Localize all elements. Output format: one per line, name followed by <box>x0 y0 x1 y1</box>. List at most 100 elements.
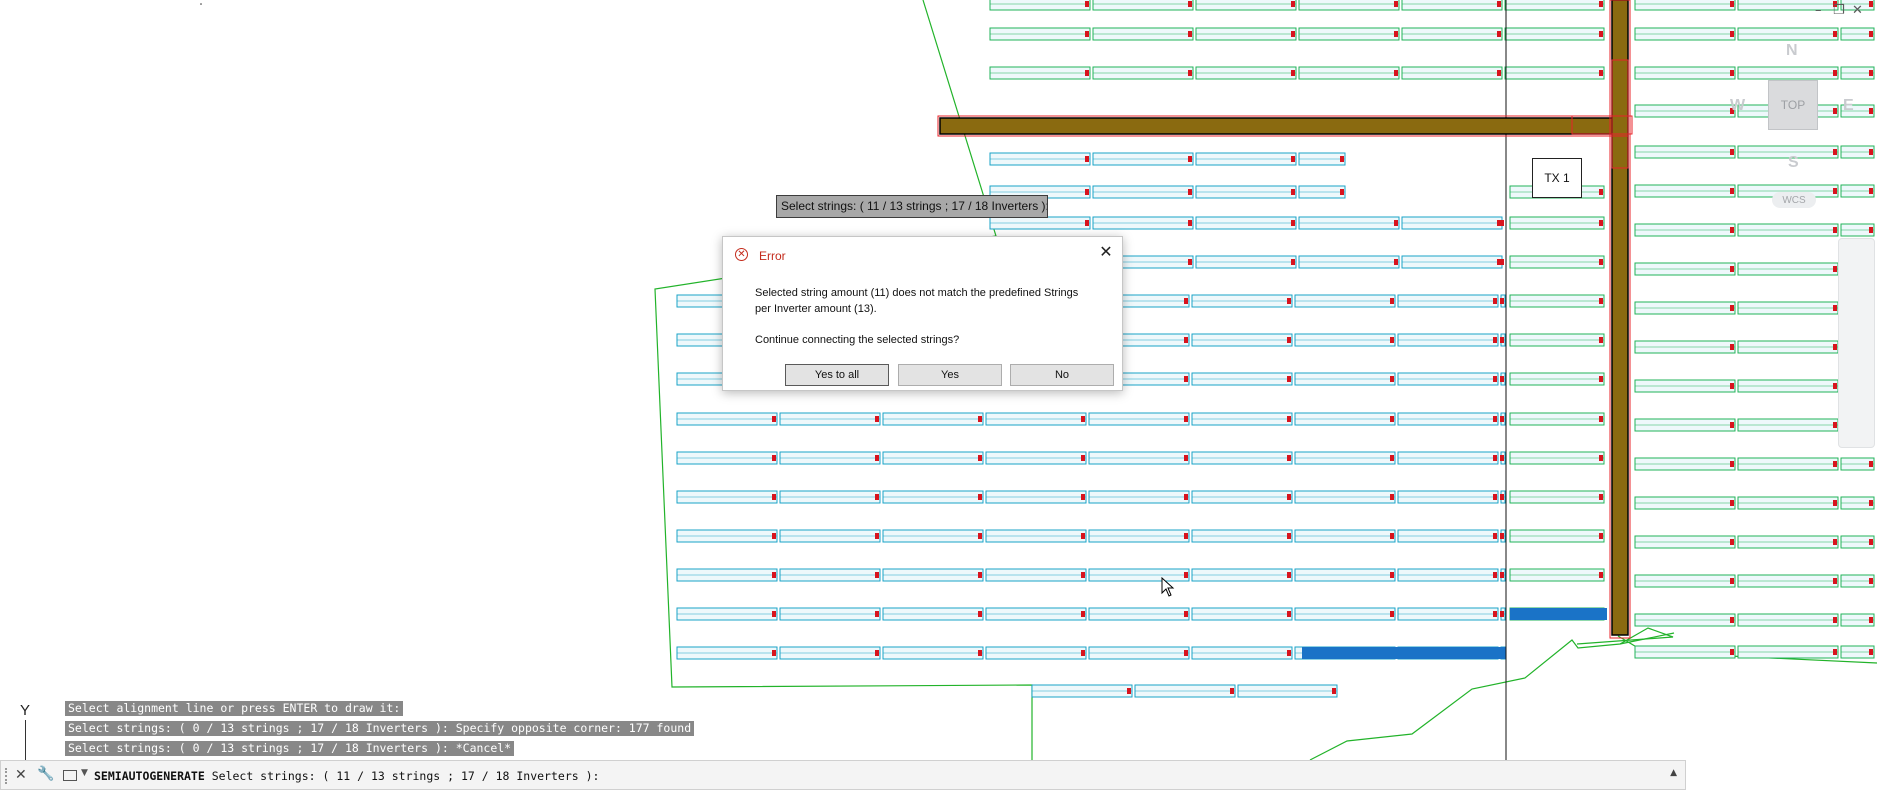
string-inverter <box>1188 1 1192 7</box>
error-circle-icon: ✕ <box>735 248 748 261</box>
string-inverter <box>1390 298 1394 304</box>
string-inverter <box>1394 259 1398 265</box>
string-inverter <box>1390 376 1394 382</box>
string-inverter <box>1081 416 1085 422</box>
navigation-bar[interactable] <box>1838 238 1875 448</box>
string-inverter <box>1869 227 1873 233</box>
string-inverter <box>1500 376 1504 382</box>
command-input[interactable]: SEMIAUTOGENERATE Select strings: ( 11 / … <box>94 769 599 783</box>
solar-table-row <box>1509 372 1605 386</box>
string-inverter <box>1085 70 1089 76</box>
compass-north[interactable]: N <box>1786 42 1798 60</box>
string-inverter <box>1500 298 1504 304</box>
string-inverter <box>1184 376 1188 382</box>
compass-east[interactable]: E <box>1843 97 1854 115</box>
yes-button[interactable]: Yes <box>898 364 1002 386</box>
string-inverter <box>1599 298 1603 304</box>
string-inverter <box>1287 376 1291 382</box>
string-inverter <box>1081 455 1085 461</box>
string-inverter <box>875 572 879 578</box>
string-inverter <box>1599 455 1603 461</box>
expand-history-icon[interactable]: ▲ <box>1670 768 1677 778</box>
string-inverter <box>1730 578 1734 584</box>
string-inverter <box>1085 1 1089 7</box>
string-inverter <box>1394 31 1398 37</box>
compass-west[interactable]: W <box>1730 97 1745 115</box>
compass-south[interactable]: S <box>1788 154 1799 172</box>
wrench-icon[interactable]: 🔧 <box>37 766 54 782</box>
string-inverter <box>1085 220 1089 226</box>
string-inverter <box>772 650 776 656</box>
string-inverter <box>1869 108 1873 114</box>
string-inverter <box>1599 70 1603 76</box>
solar-table-row <box>1634 184 1875 198</box>
string-inverter <box>1869 70 1873 76</box>
solar-table-row <box>1509 412 1605 426</box>
string-inverter <box>1599 31 1603 37</box>
string-inverter <box>1599 220 1603 226</box>
string-inverter <box>978 611 982 617</box>
mouse-cursor-icon <box>1161 577 1175 597</box>
string-inverter <box>978 416 982 422</box>
string-inverter <box>1833 617 1837 623</box>
no-button[interactable]: No <box>1010 364 1114 386</box>
string-inverter <box>978 572 982 578</box>
solar-table-row <box>676 568 1506 582</box>
drawing-canvas[interactable] <box>0 0 1877 792</box>
string-inverter <box>1869 578 1873 584</box>
string-inverter <box>1184 455 1188 461</box>
solar-table-row <box>1509 490 1605 504</box>
wcs-menu[interactable]: WCS <box>1772 192 1816 208</box>
string-inverter <box>1287 494 1291 500</box>
access-road <box>1611 0 1629 636</box>
string-inverter <box>1730 422 1734 428</box>
restore-icon[interactable]: ❐ <box>1833 4 1845 18</box>
string-inverter <box>1493 572 1497 578</box>
dialog-title: Error <box>759 249 786 263</box>
string-inverter <box>1730 461 1734 467</box>
command-prompt-icon[interactable] <box>63 770 77 781</box>
string-inverter <box>772 533 776 539</box>
string-inverter <box>1085 189 1089 195</box>
string-inverter <box>1500 416 1504 422</box>
transformer-label: TX 1 <box>1532 158 1582 198</box>
solar-table-row <box>1509 529 1605 543</box>
viewcube-top-face[interactable]: TOP <box>1768 80 1818 130</box>
string-inverter <box>1833 108 1837 114</box>
yes-to-all-button[interactable]: Yes to all <box>785 364 889 386</box>
command-line-close-icon[interactable]: ✕ <box>15 767 27 783</box>
string-inverter <box>1833 344 1837 350</box>
solar-table-row <box>676 451 1506 465</box>
string-inverter <box>1833 578 1837 584</box>
command-prompt: Select strings: ( 11 / 13 strings ; 17 /… <box>211 769 600 783</box>
string-inverter <box>1730 344 1734 350</box>
string-inverter <box>772 611 776 617</box>
string-inverter <box>1184 416 1188 422</box>
string-inverter <box>1493 455 1497 461</box>
string-inverter <box>1184 533 1188 539</box>
command-line-bar: ✕ 🔧 ▼ SEMIAUTOGENERATE Select strings: (… <box>0 760 1686 790</box>
string-inverter <box>1599 337 1603 343</box>
string-inverter <box>1730 305 1734 311</box>
minimize-icon[interactable]: – <box>1815 4 1822 18</box>
string-inverter <box>1390 494 1394 500</box>
solar-table-row <box>1509 333 1605 347</box>
string-inverter <box>1332 688 1336 694</box>
drag-handle[interactable] <box>5 768 11 784</box>
dialog-close-button[interactable]: ✕ <box>1096 242 1116 262</box>
close-icon[interactable]: ✕ <box>1852 4 1863 18</box>
command-name: SEMIAUTOGENERATE <box>94 769 205 783</box>
solar-table <box>1634 0 1736 11</box>
recent-commands-dropdown-icon[interactable]: ▼ <box>81 768 88 778</box>
string-inverter <box>875 611 879 617</box>
string-inverter <box>1497 31 1501 37</box>
string-inverter <box>875 494 879 500</box>
string-inverter <box>1833 227 1837 233</box>
string-inverter <box>1730 383 1734 389</box>
string-inverter <box>1833 539 1837 545</box>
dialog-message: Selected string amount (11) does not mat… <box>755 287 1079 315</box>
solar-table-row <box>1634 66 1875 80</box>
string-inverter <box>978 455 982 461</box>
string-inverter <box>978 650 982 656</box>
command-history-line: Select alignment line or press ENTER to … <box>65 701 404 716</box>
